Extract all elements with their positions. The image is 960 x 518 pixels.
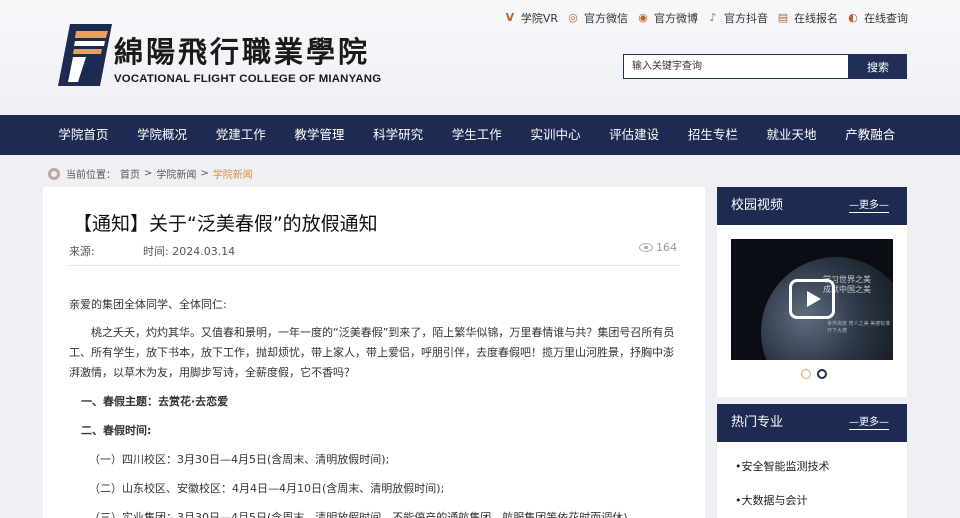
hot-majors-header: 热门专业 —更多— [717,404,907,442]
college-name-cn: 綿陽飛行職業學院 [114,35,371,69]
hot-majors-list: •安全智能监测技术 •大数据与会计 [735,458,830,518]
nav-item-overview[interactable]: 学院概况 [123,115,202,155]
article-heading-theme: 一、春假主题：去赏花·去恋爱 [81,395,229,408]
view-count: 164 [639,241,677,254]
search-box: 搜索 [623,54,907,79]
list-item[interactable]: •安全智能监测技术 [735,458,830,474]
top-link-vr[interactable]: V 学院VR [503,10,558,26]
main-nav: 学院首页 学院概况 党建工作 教学管理 科学研究 学生工作 实训中心 评估建设 … [0,115,960,155]
search-input[interactable] [623,54,849,79]
article-greeting: 亲爱的集团全体同学、全体同仁: [69,298,227,311]
college-name-en: VOCATIONAL FLIGHT COLLEGE OF MIANYANG [114,73,382,85]
article-list-item: （一）四川校区：3月30日—4月5日(含周末、清明放假时间); [89,453,390,466]
hot-majors-title: 热门专业 [731,415,784,430]
slider-dot[interactable] [801,369,811,379]
eye-icon [639,243,653,252]
nav-item-admission[interactable]: 招生专栏 [674,115,753,155]
search-button[interactable]: 搜索 [849,54,907,79]
vr-icon: V [505,11,515,24]
breadcrumb-home-link[interactable]: 首页 [120,166,140,181]
top-link-register[interactable]: ▤ 在线报名 [776,10,838,26]
nav-item-industry[interactable]: 产教融合 [831,115,910,155]
weibo-icon: ◉ [638,11,648,24]
campus-video-header: 校园视频 —更多— [717,187,907,225]
college-logo-icon[interactable] [56,22,114,88]
hot-majors-more-link[interactable]: —更多— [849,404,889,442]
campus-video-more-link[interactable]: —更多— [849,187,889,225]
breadcrumb-separator: > [144,168,153,179]
breadcrumb-prefix: 当前位置： [66,170,116,181]
play-icon[interactable] [789,279,835,319]
douyin-icon: ♪ [709,11,717,24]
nav-item-training[interactable]: 实训中心 [516,115,595,155]
hot-majors-box: 热门专业 —更多— •安全智能监测技术 •大数据与会计 [717,404,907,518]
nav-item-students[interactable]: 学生工作 [437,115,516,155]
article-body: 亲爱的集团全体同学、全体同仁: 桃之夭夭，灼灼其华。又值春和景明，一年一度的“泛… [69,295,679,518]
breadcrumb-separator: > [200,168,209,179]
article-list-item: （三）实业集团：3月30日—4月5日(含周末、清明放假时间，不能停产的通航集团、… [89,511,639,518]
view-count-value: 164 [656,241,677,254]
nav-item-employment[interactable]: 就业天地 [752,115,831,155]
article-paragraph: 桃之夭夭，灼灼其华。又值春和景明，一年一度的“泛美春假”到来了，陌上繁华似锦，万… [69,326,675,379]
video-caption-small: 世界高度 育人之美 美德标准 开下大德 [827,321,891,334]
list-item[interactable]: •大数据与会计 [735,492,830,508]
top-link-query[interactable]: ◐ 在线查询 [846,10,908,26]
breadcrumb-current: 学院新闻 [212,170,253,181]
slider-dots [801,369,827,379]
nav-list: 学院首页 学院概况 党建工作 教学管理 科学研究 学生工作 实训中心 评估建设 … [44,115,910,155]
top-link-label: 在线报名 [794,12,838,25]
nav-item-teaching[interactable]: 教学管理 [280,115,359,155]
register-icon: ▤ [777,11,789,24]
location-pin-icon [48,167,60,180]
wechat-icon: ◎ [568,11,578,24]
article-list-item: （二）山东校区、安徽校区：4月4日—4月10日(含周末、清明放假时间); [89,482,445,495]
top-link-label: 官方抖音 [724,12,768,25]
top-link-label: 学院VR [520,12,558,25]
top-link-weibo[interactable]: ◉ 官方微博 [636,10,698,26]
nav-item-evaluation[interactable]: 评估建设 [595,115,674,155]
slider-dot-active[interactable] [817,369,827,379]
article-title: 【通知】关于“泛美春假”的放假通知 [73,213,378,235]
site-header: 綿陽飛行職業學院 VOCATIONAL FLIGHT COLLEGE OF MI… [0,0,960,115]
nav-item-party[interactable]: 党建工作 [201,115,280,155]
campus-video-title: 校园视频 [731,198,784,213]
breadcrumb: 当前位置： 首页 > 学院新闻 > 学院新闻 [48,166,253,181]
top-link-label: 官方微博 [654,12,698,25]
video-thumbnail[interactable]: 学习世界之美 成就中国之美 世界高度 育人之美 美德标准 开下大德 [731,239,893,360]
article-time: 时间: 2024.03.14 [143,245,236,258]
breadcrumb-parent-link[interactable]: 学院新闻 [156,166,196,181]
article-panel: 【通知】关于“泛美春假”的放假通知 来源: 时间: 2024.03.14 164… [43,187,705,518]
article-heading-time: 二、春假时间: [81,424,152,437]
nav-item-research[interactable]: 科学研究 [359,115,438,155]
top-link-label: 官方微信 [584,12,628,25]
article-source: 来源: [69,245,95,258]
nav-item-home[interactable]: 学院首页 [44,115,123,155]
top-link-douyin[interactable]: ♪ 官方抖音 [706,10,768,26]
top-link-label: 在线查询 [864,12,908,25]
top-links: V 学院VR ◎ 官方微信 ◉ 官方微博 ♪ 官方抖音 ▤ 在线报名 ◐ 在线查… [503,10,908,26]
top-link-wechat[interactable]: ◎ 官方微信 [566,10,628,26]
divider [69,265,679,266]
campus-video-box: 校园视频 —更多— 学习世界之美 成就中国之美 世界高度 育人之美 美德标准 开… [717,187,907,397]
query-icon: ◐ [848,11,858,24]
